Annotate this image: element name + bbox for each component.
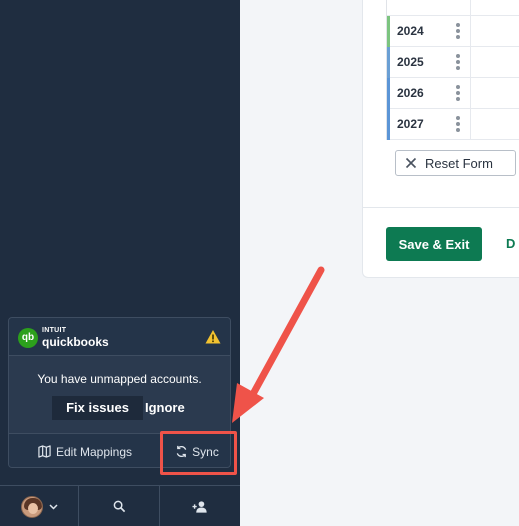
header-divider (470, 0, 471, 16)
row-divider (470, 16, 471, 47)
edit-mappings-label: Edit Mappings (55, 444, 133, 459)
avatar (20, 495, 43, 518)
table-header (387, 0, 519, 16)
row-color-bar (387, 47, 390, 78)
map-icon (38, 445, 51, 458)
unmapped-message: You have unmapped accounts. (37, 372, 202, 386)
search-icon (113, 500, 125, 513)
row-color-bar (387, 78, 390, 109)
table-row[interactable]: 2024 (387, 16, 519, 47)
quickbooks-brand-top: INTUIT (42, 327, 67, 334)
more-vertical-icon[interactable] (451, 83, 465, 103)
row-year: 2025 (397, 55, 424, 69)
sync-highlight-box (160, 431, 237, 475)
user-menu[interactable] (0, 486, 79, 526)
save-exit-button[interactable]: Save & Exit (386, 227, 482, 261)
quickbooks-brand-name: quickbooks (42, 335, 109, 349)
row-divider (470, 78, 471, 109)
close-icon (405, 157, 417, 169)
form-divider (362, 207, 519, 208)
sidebar-bottom-bar (0, 485, 240, 526)
year-table: 2024 2025 2026 2027 (386, 0, 519, 140)
row-color-bar (387, 16, 390, 47)
table-row[interactable]: 2027 (387, 109, 519, 140)
row-year: 2026 (397, 86, 424, 100)
row-divider (470, 109, 471, 140)
more-vertical-icon[interactable] (451, 52, 465, 72)
search-button[interactable] (79, 486, 160, 526)
edit-mappings-button[interactable]: Edit Mappings (9, 434, 162, 467)
more-vertical-icon[interactable] (451, 114, 465, 134)
row-year: 2027 (397, 117, 424, 131)
ignore-button[interactable]: Ignore (145, 396, 189, 420)
add-user-icon (191, 500, 207, 513)
row-year: 2024 (397, 24, 424, 38)
chevron-down-icon (48, 503, 58, 510)
reset-form-label: Reset Form (425, 155, 493, 171)
row-divider (470, 47, 471, 78)
table-row[interactable]: 2026 (387, 78, 519, 109)
add-user-button[interactable] (160, 486, 240, 526)
reset-form-button[interactable]: Reset Form (395, 150, 516, 176)
warning-icon (205, 330, 221, 344)
more-vertical-icon[interactable] (451, 21, 465, 41)
row-color-bar (387, 109, 390, 140)
table-row[interactable]: 2025 (387, 47, 519, 78)
quickbooks-logo-icon: qb (18, 328, 38, 348)
fix-issues-button[interactable]: Fix issues (52, 396, 143, 420)
quickbooks-header: qb INTUIT quickbooks (9, 318, 230, 356)
secondary-action-button[interactable]: D (506, 236, 515, 251)
